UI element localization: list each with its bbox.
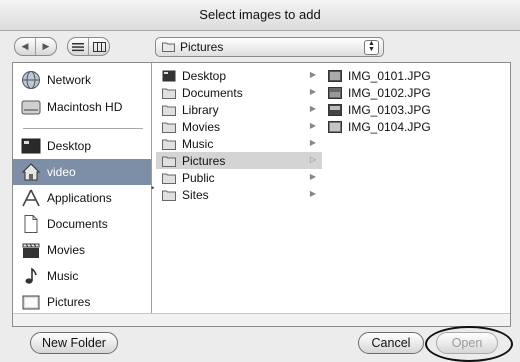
- sidebar: Network Macintosh HD Desktop video Appli…: [13, 63, 152, 326]
- disclosure-arrow-icon: ▶: [309, 104, 316, 113]
- triangle-right-icon: ▶: [42, 41, 50, 51]
- item-label: IMG_0101.JPG: [348, 68, 431, 83]
- folder-icon: [162, 190, 176, 201]
- item-label: Movies: [182, 119, 221, 134]
- new-folder-button[interactable]: New Folder: [30, 332, 118, 354]
- folder-icon: [162, 42, 175, 52]
- music-note-icon: [25, 267, 37, 284]
- cancel-button[interactable]: Cancel: [358, 332, 424, 354]
- disclosure-arrow-icon: ▶: [309, 138, 316, 147]
- list-item[interactable]: Public ▶: [156, 169, 322, 186]
- jpeg-thumbnail-icon: [328, 86, 342, 99]
- home-icon: [21, 163, 41, 181]
- hard-drive-icon: [21, 100, 41, 115]
- jpeg-thumbnail-icon: [328, 103, 342, 116]
- sidebar-item-label: Movies: [47, 243, 86, 257]
- window-title: Select images to add: [0, 0, 520, 31]
- item-label: Library: [182, 102, 219, 117]
- sidebar-item-desktop[interactable]: Desktop: [13, 133, 151, 159]
- horizontal-scrollbar[interactable]: [13, 313, 510, 326]
- disclosure-arrow-icon: ▶: [309, 121, 316, 130]
- desktop-icon: [21, 138, 41, 154]
- sidebar-item-movies[interactable]: Movies: [13, 237, 151, 263]
- item-label: Music: [182, 136, 214, 151]
- jpeg-thumbnail-icon: [328, 120, 342, 133]
- list-view-icon: [72, 42, 84, 51]
- column-home: Desktop ▶ Documents ▶ Library ▶ Movies ▶…: [156, 63, 323, 313]
- sidebar-item-label: Documents: [47, 217, 108, 231]
- sidebar-item-pictures[interactable]: Pictures: [13, 289, 151, 315]
- item-label: Sites: [182, 187, 209, 202]
- picture-frame-icon: [22, 295, 40, 310]
- item-label: Desktop: [182, 68, 227, 83]
- item-label: Public: [182, 170, 215, 185]
- location-label: Pictures: [180, 40, 224, 54]
- item-label: IMG_0103.JPG: [348, 102, 431, 117]
- list-item[interactable]: Desktop ▶: [156, 67, 322, 84]
- disclosure-arrow-icon: ▶: [309, 172, 316, 181]
- sidebar-divider: [23, 128, 143, 129]
- sidebar-item-documents[interactable]: Documents: [13, 211, 151, 237]
- disclosure-arrow-icon: ▷: [309, 155, 316, 164]
- jpeg-thumbnail-icon: [328, 69, 342, 82]
- open-button[interactable]: Open: [436, 332, 498, 354]
- item-label: IMG_0102.JPG: [348, 85, 431, 100]
- list-item[interactable]: Documents ▶: [156, 84, 322, 101]
- list-item[interactable]: IMG_0101.JPG: [322, 67, 510, 84]
- view-mode-control: [67, 37, 110, 56]
- disclosure-arrow-icon: ▶: [309, 189, 316, 198]
- list-item[interactable]: Movies ▶: [156, 118, 322, 135]
- back-forward-control: ◀ ▶: [14, 37, 57, 56]
- sidebar-item-macintosh-hd[interactable]: Macintosh HD: [13, 94, 151, 120]
- folder-icon: [162, 139, 176, 150]
- sidebar-item-label: video: [47, 165, 76, 179]
- sidebar-item-label: Pictures: [47, 295, 91, 309]
- applications-icon: [22, 189, 40, 207]
- network-globe-icon: [22, 71, 40, 89]
- desktop-icon: [162, 70, 176, 81]
- list-item[interactable]: Library ▶: [156, 101, 322, 118]
- item-label: Pictures: [182, 153, 226, 168]
- sidebar-item-label: Music: [47, 269, 79, 283]
- up-down-arrows-icon: ▲ ▼: [364, 40, 379, 55]
- sidebar-item-video[interactable]: video: [13, 159, 151, 185]
- folder-icon: [162, 156, 176, 167]
- column-view-button[interactable]: [89, 38, 109, 55]
- sidebar-item-music[interactable]: Music: [13, 263, 151, 289]
- back-button[interactable]: ◀: [15, 38, 36, 55]
- column-pictures: IMG_0101.JPG IMG_0102.JPG IMG_0103.JPG I…: [322, 63, 510, 313]
- forward-button[interactable]: ▶: [36, 38, 56, 55]
- location-popup[interactable]: Pictures ▲ ▼: [155, 37, 384, 57]
- folder-icon: [162, 88, 176, 99]
- column-view-icon: [92, 41, 106, 52]
- sidebar-item-label: Applications: [47, 191, 112, 205]
- sidebar-item-label: Macintosh HD: [47, 100, 123, 114]
- sidebar-item-label: Desktop: [47, 139, 92, 153]
- clapperboard-icon: [22, 243, 40, 258]
- list-view-button[interactable]: [68, 38, 89, 55]
- file-browser: Network Macintosh HD Desktop video Appli…: [12, 62, 511, 327]
- folder-icon: [162, 173, 176, 184]
- folder-icon: [162, 105, 176, 116]
- item-label: IMG_0104.JPG: [348, 119, 431, 134]
- disclosure-arrow-icon: ▶: [309, 70, 316, 79]
- sidebar-item-applications[interactable]: Applications: [13, 185, 151, 211]
- list-item[interactable]: Music ▶: [156, 135, 322, 152]
- disclosure-arrow-icon: ▶: [309, 87, 316, 96]
- sidebar-item-network[interactable]: Network: [13, 67, 151, 93]
- list-item[interactable]: IMG_0103.JPG: [322, 101, 510, 118]
- item-label: Documents: [182, 85, 243, 100]
- folder-icon: [162, 122, 176, 133]
- list-item[interactable]: IMG_0104.JPG: [322, 118, 510, 135]
- triangle-left-icon: ◀: [21, 41, 29, 51]
- list-item[interactable]: Pictures ▷: [156, 152, 322, 169]
- sidebar-item-label: Network: [47, 73, 92, 87]
- list-item[interactable]: Sites ▶: [156, 186, 322, 203]
- document-icon: [24, 215, 38, 233]
- list-item[interactable]: IMG_0102.JPG: [322, 84, 510, 101]
